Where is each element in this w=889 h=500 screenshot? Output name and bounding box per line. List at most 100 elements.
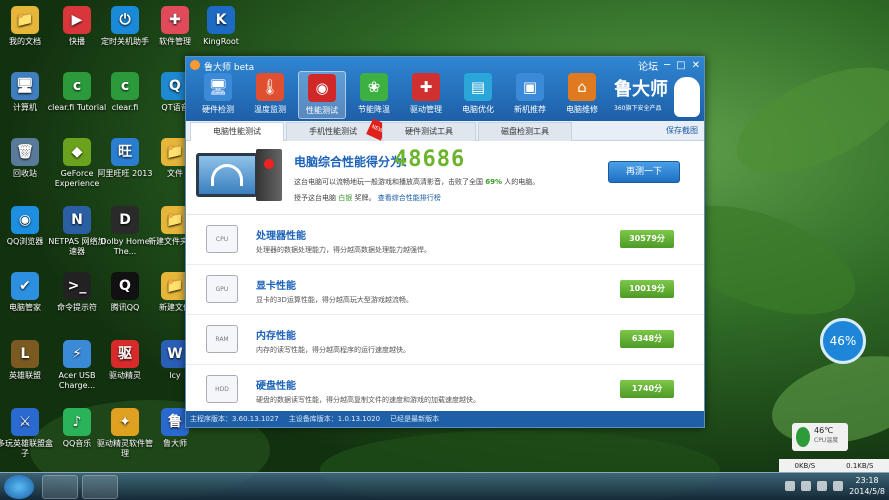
app-icon: ✔ (11, 272, 39, 300)
app-icon: 📁 (11, 6, 39, 34)
tool-label: 硬件检测 (202, 105, 234, 114)
tool-icon: 🌡 (256, 73, 284, 101)
tool-6[interactable]: ▣ 新机推荐 (506, 71, 554, 119)
app-icon: ⚡ (63, 340, 91, 368)
maximize-button[interactable]: □ (676, 60, 685, 71)
app-icon: K (207, 6, 235, 34)
desktop-icon[interactable]: K KingRoot (190, 6, 252, 47)
tab-label: 电脑性能测试 (213, 127, 261, 136)
tool-icon: ✚ (412, 73, 440, 101)
total-score: 48686 (394, 147, 466, 172)
forum-link[interactable]: 论坛 (638, 58, 658, 73)
row-desc: 内存的读写性能，得分越高程序的运行速度越快。 (256, 346, 410, 354)
award-line: 授予这台电脑 白银 奖牌。 查看综合性能排行榜 (294, 193, 441, 203)
app-icon: N (63, 206, 91, 234)
award-pre: 授予这台电脑 (294, 194, 336, 202)
tool-label: 节能降温 (358, 105, 390, 114)
component-icon: RAM (206, 325, 238, 353)
close-button[interactable]: ✕ (692, 60, 700, 71)
tool-label: 温度监测 (254, 105, 286, 114)
tray-icon[interactable] (801, 481, 812, 491)
tray-icon[interactable] (817, 481, 828, 491)
row-desc: 显卡的3D运算性能，得分越高玩大型游戏越流畅。 (256, 296, 413, 304)
device-lib-version: 主设备库版本：1.0.13.1020 (288, 415, 381, 423)
tool-1[interactable]: 🌡 温度监测 (246, 71, 294, 119)
save-screenshot-link[interactable]: 保存截图 (666, 125, 698, 136)
brand-name: 鲁大师 (614, 79, 668, 100)
ranking-link[interactable]: 查看综合性能排行榜 (378, 194, 441, 202)
row-title: 处理器性能 (256, 231, 306, 242)
score-row: HDD 硬盘性能 硬盘的数据读写性能，得分越高复制文件的速度和游戏的加载速度越快。 1… (186, 365, 704, 415)
tool-4[interactable]: ✚ 驱动管理 (402, 71, 450, 119)
clock-date: 2014/5/8 (849, 487, 885, 496)
score-description: 这台电脑可以流畅地玩一般游戏和播放高清影音，击败了全国 69% 人的电脑。 (294, 177, 539, 187)
brand: 鲁大师 360旗下安全产品 (614, 75, 668, 112)
tool-icon: ▤ (464, 73, 492, 101)
tool-label: 性能测试 (306, 106, 338, 115)
taskbar-ludashi-icon[interactable] (82, 475, 118, 499)
row-score: 10019分 (620, 280, 674, 298)
app-icon: ♪ (63, 408, 91, 436)
score-summary: 电脑综合性能得分为： 48686 这台电脑可以流畅地玩一般游戏和播放高清影音，击… (186, 141, 704, 215)
cpu-temp: 46℃ (814, 426, 834, 435)
cpu-temp-label: CPU温度 (814, 437, 839, 444)
ludashi-window: 鲁大师 beta 论坛 ─ □ ✕ 🖥 硬件检测 🌡 温度监测 ◉ 性能测试 ❀ 节能降温 ✚ 驱… (185, 56, 705, 428)
tool-3[interactable]: ❀ 节能降温 (350, 71, 398, 119)
app-icon: 旺 (111, 138, 139, 166)
tool-icon: ▣ (516, 73, 544, 101)
beat-percent: 69% (485, 178, 502, 186)
mascot-icon (674, 77, 700, 117)
app-icon: 驱 (111, 340, 139, 368)
tab-label: 磁盘检测工具 (501, 127, 549, 136)
temp-icon (796, 427, 810, 447)
tool-2[interactable]: ◉ 性能测试 (298, 71, 346, 119)
clock[interactable]: 23:18 2014/5/8 (849, 475, 885, 497)
app-icon: ✦ (111, 408, 139, 436)
brand-sub: 360旗下安全产品 (614, 105, 662, 112)
tool-7[interactable]: ⌂ 电脑维修 (558, 71, 606, 119)
tab-label: 硬件测试工具 (405, 127, 453, 136)
retest-button[interactable]: 再测一下 (608, 161, 680, 183)
tray-icon[interactable] (785, 481, 796, 491)
cpu-temp-widget[interactable]: 46℃ CPU温度 (792, 423, 848, 451)
score-rows: CPU 处理器性能 处理器的数据处理能力，得分越高数据处理能力越强悍。 30579分 G… (186, 215, 704, 415)
taskbar-browser-icon[interactable] (42, 475, 78, 499)
tab-hardware-tools[interactable]: 硬件测试工具 (382, 122, 476, 141)
tab-pc-performance[interactable]: 电脑性能测试 (190, 122, 284, 141)
memory-usage-ring[interactable]: 46% (820, 318, 866, 364)
window-header: 鲁大师 beta 论坛 ─ □ ✕ 🖥 硬件检测 🌡 温度监测 ◉ 性能测试 ❀ 节能降温 ✚ 驱… (186, 57, 704, 121)
start-button[interactable] (4, 475, 34, 499)
tab-disk-tools[interactable]: 磁盘检测工具 (478, 122, 572, 141)
app-icon: ◆ (63, 138, 91, 166)
tool-label: 电脑优化 (462, 105, 494, 114)
desktop-icon-label: KingRoot (203, 37, 239, 46)
tool-icon: ⌂ (568, 73, 596, 101)
net-speed-widget: 0KB/S 0.1KB/S (779, 459, 889, 473)
tool-0[interactable]: 🖥 硬件检测 (194, 71, 242, 119)
row-score: 1740分 (620, 380, 674, 398)
tool-label: 新机推荐 (514, 105, 546, 114)
status-bar: 主程序版本：3.60.13.1027 主设备库版本：1.0.13.1020 已经… (186, 411, 704, 427)
component-icon: CPU (206, 225, 238, 253)
row-title: 硬盘性能 (256, 381, 296, 392)
tool-icon: ◉ (308, 74, 336, 102)
tray-icon[interactable] (833, 481, 844, 491)
tab-label: 手机性能测试 (309, 127, 357, 136)
computer-icon (196, 149, 286, 207)
score-row: GPU 显卡性能 显卡的3D运算性能，得分越高玩大型游戏越流畅。 10019分 (186, 265, 704, 315)
app-icon: Q (111, 272, 139, 300)
app-icon: ▶ (63, 6, 91, 34)
app-icon: D (111, 206, 139, 234)
tab-phone-performance[interactable]: 手机性能测试 NEW (286, 118, 388, 141)
app-icon: ⚔ (11, 408, 39, 436)
row-desc: 硬盘的数据读写性能，得分越高复制文件的速度和游戏的加载速度越快。 (256, 396, 480, 404)
minimize-button[interactable]: ─ (664, 60, 670, 71)
toolbar: 🖥 硬件检测 🌡 温度监测 ◉ 性能测试 ❀ 节能降温 ✚ 驱动管理 ▤ 电脑优化 ▣ 新机推荐 ⌂ 电脑维修 (194, 71, 606, 119)
tool-5[interactable]: ▤ 电脑优化 (454, 71, 502, 119)
app-icon: 🗑 (11, 138, 39, 166)
app-icon: L (11, 340, 39, 368)
row-title: 内存性能 (256, 331, 296, 342)
tool-label: 驱动管理 (410, 105, 442, 114)
clock-time: 23:18 (855, 476, 879, 485)
row-score: 6348分 (620, 330, 674, 348)
